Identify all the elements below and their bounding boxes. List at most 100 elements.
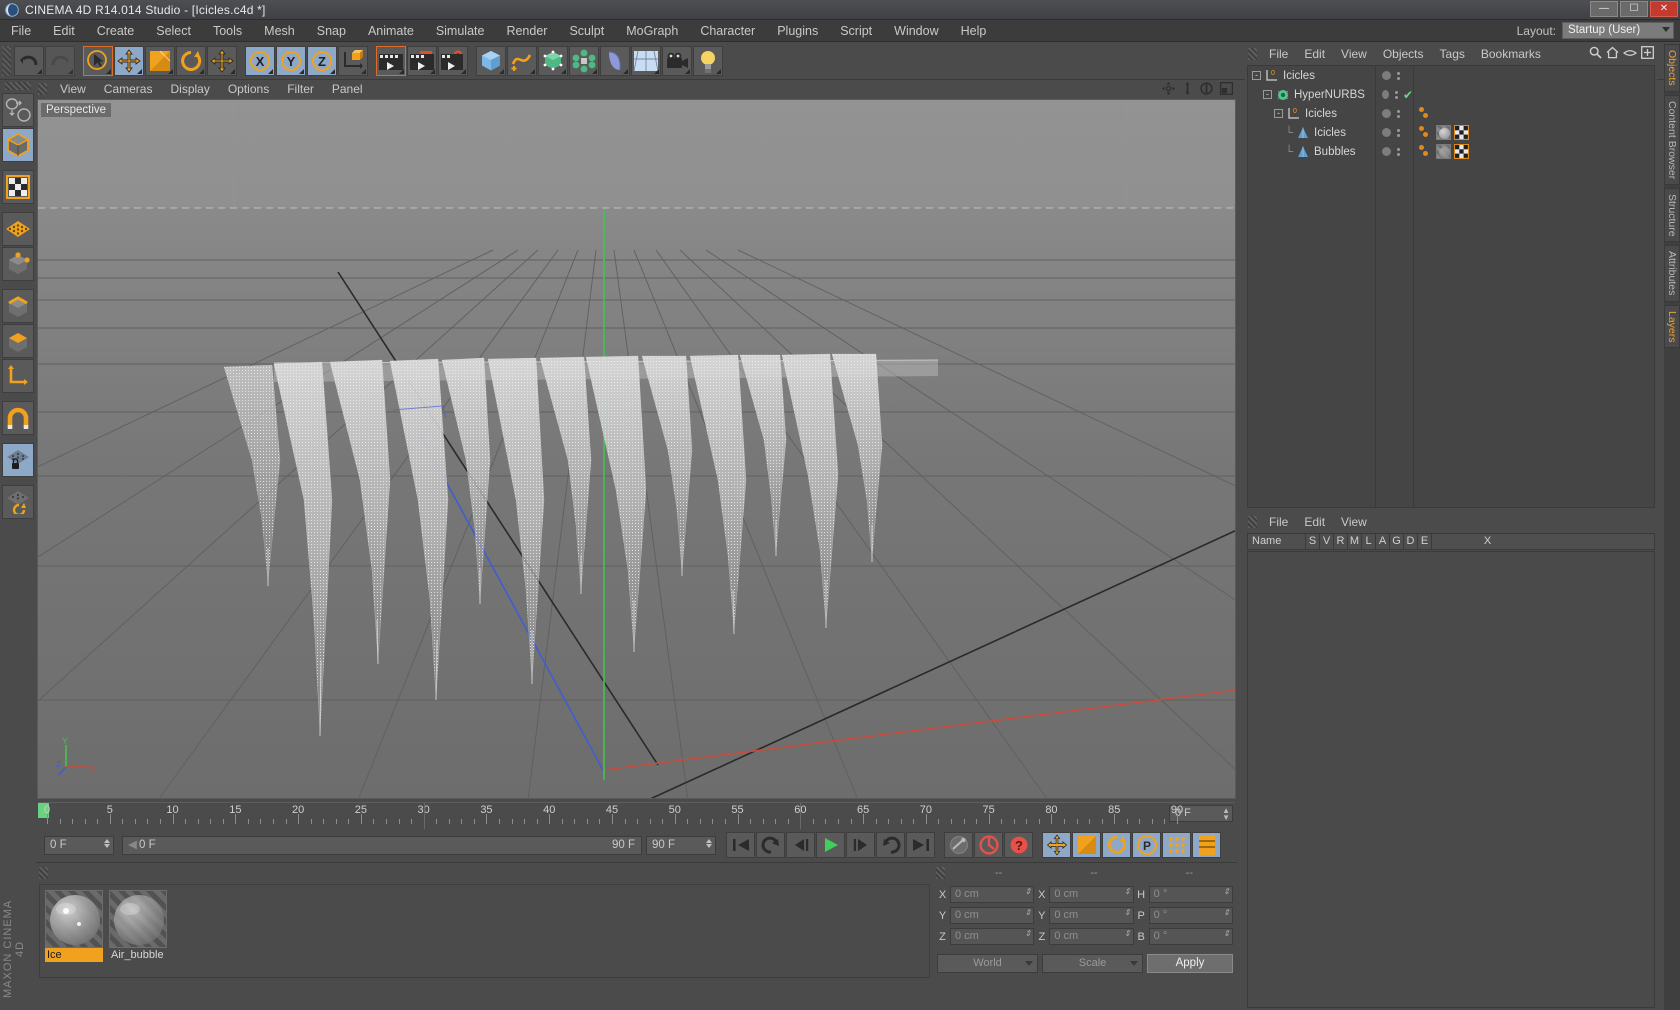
object-row[interactable]: - 0 Icicles [1248, 66, 1375, 85]
object-menu-file[interactable]: File [1261, 44, 1296, 64]
menu-plugins[interactable]: Plugins [766, 20, 829, 42]
add-nurbs-button[interactable] [538, 45, 568, 76]
edge-mode-button[interactable] [2, 289, 34, 323]
object-manager-grip[interactable] [1248, 48, 1257, 60]
home-icon[interactable] [1606, 46, 1619, 59]
coord-rotation-field[interactable]: 0 ° ⇕ [1148, 928, 1233, 945]
axis-z-button[interactable]: Z [307, 45, 337, 76]
search-icon[interactable] [1589, 46, 1602, 59]
viewport-grip[interactable] [38, 83, 47, 95]
previous-frame-button[interactable] [786, 832, 815, 858]
menu-character[interactable]: Character [689, 20, 766, 42]
add-camera-button[interactable] [662, 45, 692, 76]
coordinate-mode-dropdown[interactable]: Scale [1042, 954, 1143, 973]
layout-dropdown[interactable]: Startup (User) [1562, 22, 1674, 39]
object-manager-body[interactable]: - 0 Icicles - HyperNURBS - 0 Icicles └ Icicles └ Bu… [1247, 65, 1655, 508]
layer-column-d[interactable]: D [1404, 534, 1418, 549]
axis-x-button[interactable]: X [245, 45, 275, 76]
layer-column-s[interactable]: S [1306, 534, 1320, 549]
enable-dots-icon[interactable] [1397, 109, 1400, 118]
viewport-menu-view[interactable]: View [51, 80, 95, 98]
point-level-animation-button[interactable] [1162, 832, 1191, 858]
menu-sculpt[interactable]: Sculpt [558, 20, 615, 42]
menu-mograph[interactable]: MoGraph [615, 20, 689, 42]
fullscreen-icon[interactable] [1641, 46, 1654, 59]
spinner-icon[interactable]: ⇕ [1124, 909, 1131, 917]
autokeying-button[interactable] [944, 832, 973, 858]
start-frame-field[interactable]: 0 F [44, 835, 114, 855]
tag-dots-icon[interactable] [1419, 125, 1433, 140]
object-row[interactable]: └ Bubbles [1248, 142, 1375, 161]
object-visibility-row[interactable] [1376, 66, 1413, 85]
object-tags-row[interactable] [1414, 123, 1654, 142]
timeline-range-bar[interactable]: ◀ 0 F 90 F [122, 835, 642, 855]
point-mode-button[interactable] [2, 247, 34, 281]
visibility-dot-icon[interactable] [1382, 147, 1391, 156]
material-preview[interactable] [109, 890, 167, 948]
spinner-icon[interactable]: ⇕ [1223, 930, 1230, 938]
add-spline-button[interactable] [507, 45, 537, 76]
play-forwards-button[interactable] [876, 832, 905, 858]
object-menu-tags[interactable]: Tags [1432, 44, 1473, 64]
add-deformer-button[interactable] [600, 45, 630, 76]
layer-list-body[interactable] [1247, 551, 1655, 1008]
record-active-objects-button[interactable] [974, 832, 1003, 858]
object-tags-row[interactable] [1414, 104, 1654, 123]
layer-column-g[interactable]: G [1390, 534, 1404, 549]
spinner-icon[interactable] [706, 838, 712, 848]
material-tag-icon[interactable] [1436, 125, 1451, 140]
keyframe-selection-button[interactable]: ? [1004, 832, 1033, 858]
menu-script[interactable]: Script [829, 20, 883, 42]
object-tree[interactable]: - 0 Icicles - HyperNURBS - 0 Icicles └ Icicles └ Bu… [1248, 66, 1376, 507]
coord-size-field[interactable]: 0 cm ⇕ [1049, 886, 1134, 903]
layer-column-m[interactable]: M [1348, 534, 1362, 549]
close-button[interactable]: ✕ [1650, 1, 1678, 17]
timeline-ruler[interactable]: 0 F ▲▼ 051015202530354045505560657075808… [38, 802, 1235, 829]
model-mode-button[interactable] [2, 128, 34, 162]
spinner-icon[interactable]: ⇕ [1223, 888, 1230, 896]
enable-dots-icon[interactable] [1397, 71, 1400, 80]
coord-position-field[interactable]: 0 cm ⇕ [950, 886, 1035, 903]
tag-dots-icon[interactable] [1419, 106, 1433, 121]
range-handle-left-icon[interactable]: ◀ [128, 837, 139, 854]
viewport-menu-filter[interactable]: Filter [278, 80, 323, 98]
menu-animate[interactable]: Animate [357, 20, 425, 42]
coord-size-field[interactable]: 0 cm ⇕ [1049, 907, 1134, 924]
scale-button[interactable] [145, 45, 175, 76]
spinner-icon[interactable]: ⇕ [1124, 930, 1131, 938]
undo-button[interactable] [14, 45, 44, 76]
lock-workplane-button[interactable] [2, 443, 34, 477]
viewport-menu-cameras[interactable]: Cameras [95, 80, 162, 98]
coord-position-field[interactable]: 0 cm ⇕ [950, 928, 1035, 945]
enable-dots-icon[interactable] [1397, 147, 1400, 156]
material-item[interactable]: Ice [45, 890, 103, 972]
layer-column-a[interactable]: A [1376, 534, 1390, 549]
layer-menu-view[interactable]: View [1333, 512, 1375, 532]
edge-tab-content-browser[interactable]: Content Browser [1664, 94, 1680, 185]
layer-column-name[interactable]: Name [1248, 534, 1306, 549]
object-visibility-row[interactable]: ✔ [1376, 85, 1413, 104]
menu-create[interactable]: Create [86, 20, 146, 42]
object-tag-column[interactable] [1414, 66, 1654, 507]
minimize-button[interactable]: — [1590, 1, 1618, 17]
object-row[interactable]: └ Icicles [1248, 123, 1375, 142]
object-tags-row[interactable] [1414, 85, 1654, 104]
expander-toggle[interactable]: - [1252, 71, 1261, 80]
material-preview[interactable] [45, 890, 103, 948]
visibility-dot-icon[interactable] [1382, 109, 1391, 118]
layer-manager-grip[interactable] [1248, 516, 1257, 528]
spinner-icon[interactable]: ▲ ▼ [1222, 807, 1230, 822]
edge-tab-attributes[interactable]: Attributes [1664, 245, 1680, 302]
apply-button[interactable]: Apply [1147, 954, 1233, 973]
add-light-button[interactable] [693, 45, 723, 76]
spinner-icon[interactable] [104, 838, 110, 848]
object-axis-button[interactable] [2, 359, 34, 393]
layer-column-x[interactable]: X [1432, 534, 1543, 549]
spinner-icon[interactable]: ⇕ [1025, 909, 1032, 917]
transform-button[interactable] [207, 45, 237, 76]
coordinates-grip[interactable] [936, 867, 945, 879]
enable-dots-icon[interactable] [1397, 128, 1400, 137]
axis-y-button[interactable]: Y [276, 45, 306, 76]
coord-position-field[interactable]: 0 cm ⇕ [950, 907, 1035, 924]
expander-toggle[interactable]: - [1263, 90, 1272, 99]
